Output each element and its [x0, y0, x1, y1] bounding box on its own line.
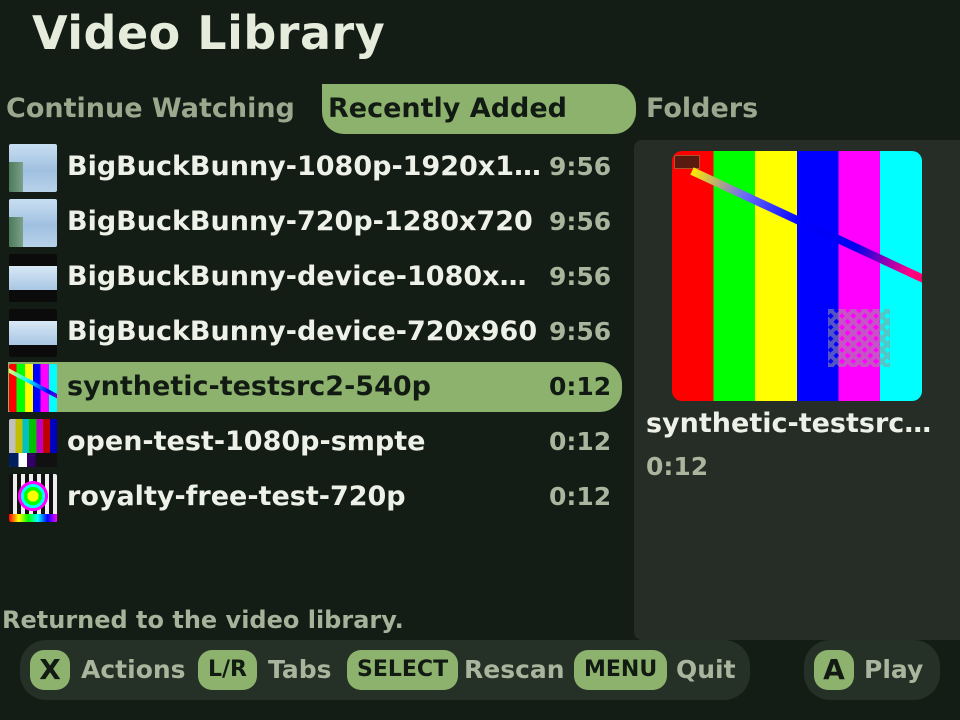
x-button-icon: X: [30, 650, 70, 690]
preview-thumbnail: [672, 151, 922, 401]
video-duration: 9:56: [549, 207, 612, 236]
preview-title: synthetic-testsrc2-540p: [646, 408, 946, 439]
video-list-item[interactable]: BigBuckBunny-device-1080x1440 9:56: [8, 252, 622, 302]
video-list-item[interactable]: royalty-free-test-720p 0:12: [8, 472, 622, 522]
hint-label: Actions: [81, 655, 186, 684]
preview-panel: synthetic-testsrc2-540p 0:12: [634, 140, 960, 640]
video-list-item[interactable]: open-test-1080p-smpte 0:12: [8, 417, 622, 467]
video-duration: 9:56: [549, 152, 612, 181]
a-button-icon: A: [814, 650, 854, 690]
video-title: BigBuckBunny-device-1080x1440: [67, 261, 545, 292]
video-title: BigBuckBunny-device-720x960: [67, 316, 538, 347]
video-thumbnail: [9, 199, 57, 247]
video-duration: 9:56: [549, 317, 612, 346]
tab-folders[interactable]: Folders: [646, 84, 758, 134]
video-duration: 0:12: [549, 372, 612, 401]
video-list-item[interactable]: BigBuckBunny-720p-1280x720 9:56: [8, 197, 622, 247]
video-thumbnail: [9, 364, 57, 412]
video-title: open-test-1080p-smpte: [67, 426, 426, 457]
video-thumbnail: [9, 419, 57, 467]
hint-label: Play: [864, 655, 924, 684]
play-hint-bar: A Play: [804, 640, 940, 700]
video-list-item[interactable]: BigBuckBunny-1080p-1920x1080 9:56: [8, 142, 622, 192]
video-thumbnail: [9, 144, 57, 192]
select-button-icon: SELECT: [347, 650, 459, 690]
video-duration: 0:12: [549, 482, 612, 511]
video-title: royalty-free-test-720p: [67, 481, 406, 512]
status-message: Returned to the video library.: [2, 606, 404, 634]
lr-button-icon: L/R: [198, 650, 257, 690]
video-duration: 0:12: [549, 427, 612, 456]
hint-label: Tabs: [268, 655, 332, 684]
hint-label: Quit: [676, 655, 736, 684]
video-list-item[interactable]: BigBuckBunny-device-720x960 9:56: [8, 307, 622, 357]
hint-label: Rescan: [464, 655, 565, 684]
video-thumbnail: [9, 474, 57, 522]
page-title: Video Library: [32, 6, 386, 60]
video-duration: 9:56: [549, 262, 612, 291]
tab-recently-added[interactable]: Recently Added: [322, 84, 636, 134]
video-title: BigBuckBunny-720p-1280x720: [67, 206, 533, 237]
video-title: BigBuckBunny-1080p-1920x1080: [67, 151, 545, 182]
video-title: synthetic-testsrc2-540p: [67, 371, 431, 402]
video-list-item-selected[interactable]: synthetic-testsrc2-540p 0:12: [8, 362, 622, 412]
video-thumbnail: [9, 309, 57, 357]
video-thumbnail: [9, 254, 57, 302]
menu-button-icon: MENU: [574, 650, 668, 690]
tab-continue-watching[interactable]: Continue Watching: [6, 84, 295, 134]
preview-duration: 0:12: [646, 452, 709, 481]
button-hint-bar: X Actions L/R Tabs SELECT Rescan MENU Qu…: [20, 640, 750, 700]
